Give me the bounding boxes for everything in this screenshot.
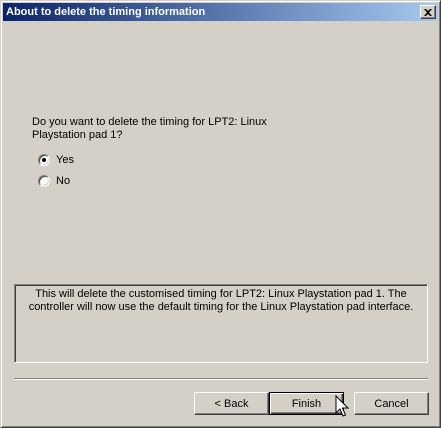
- title-bar[interactable]: About to delete the timing information: [3, 3, 438, 21]
- back-button[interactable]: < Back: [194, 392, 269, 415]
- cancel-button[interactable]: Cancel: [354, 392, 429, 415]
- finish-button[interactable]: Finish: [269, 392, 344, 415]
- info-text: This will delete the customised timing f…: [28, 288, 414, 313]
- radio-label-yes[interactable]: Yes: [56, 154, 74, 166]
- radio-selected-dot: [42, 158, 46, 162]
- radio-option-no[interactable]: No: [38, 174, 70, 188]
- wizard-dialog: About to delete the timing information D…: [0, 0, 441, 428]
- close-button[interactable]: [420, 5, 436, 19]
- mouse-pointer-icon: [335, 394, 350, 419]
- back-button-label: < Back: [214, 397, 249, 410]
- radio-button-no[interactable]: [38, 175, 50, 187]
- close-icon: [424, 8, 432, 16]
- info-panel: This will delete the customised timing f…: [14, 284, 428, 363]
- radio-label-no[interactable]: No: [56, 175, 70, 187]
- radio-option-yes[interactable]: Yes: [38, 153, 74, 167]
- window-title: About to delete the timing information: [6, 6, 206, 18]
- cancel-button-label: Cancel: [374, 397, 409, 410]
- separator-line: [14, 378, 428, 380]
- finish-button-label: Finish: [291, 397, 322, 410]
- question-text: Do you want to delete the timing for LPT…: [32, 116, 267, 141]
- radio-button-yes[interactable]: [38, 154, 50, 166]
